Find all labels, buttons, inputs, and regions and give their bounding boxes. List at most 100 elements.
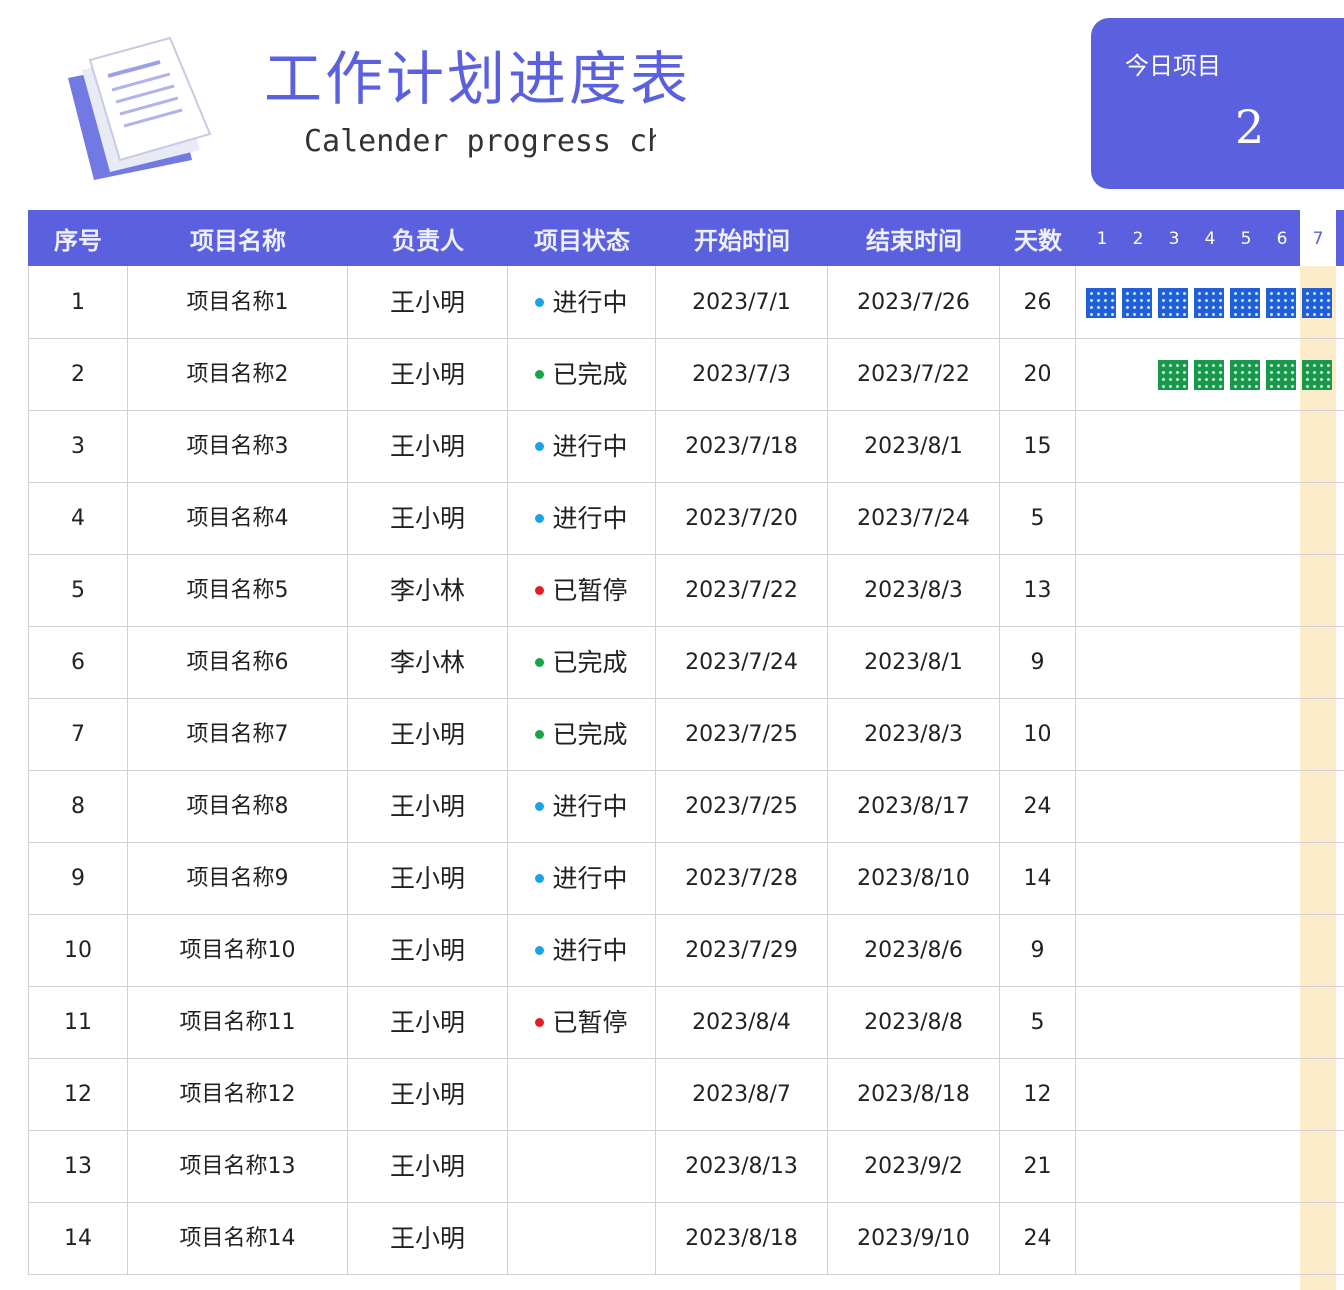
end-date[interactable]: 2023/8/1 bbox=[828, 410, 1000, 482]
end-date[interactable]: 2023/8/18 bbox=[828, 1058, 1000, 1130]
table-row[interactable]: 5 项目名称5 李小林 已暂停 2023/7/22 2023/8/3 13 bbox=[28, 554, 1344, 627]
owner[interactable]: 王小明 bbox=[348, 914, 508, 986]
gantt-cell[interactable] bbox=[1076, 482, 1344, 554]
duration-days[interactable]: 21 bbox=[1000, 1130, 1076, 1202]
end-date[interactable]: 2023/8/6 bbox=[828, 914, 1000, 986]
status[interactable]: 进行中 bbox=[508, 914, 656, 986]
end-date[interactable]: 2023/8/8 bbox=[828, 986, 1000, 1058]
table-row[interactable]: 7 项目名称7 王小明 已完成 2023/7/25 2023/8/3 10 bbox=[28, 698, 1344, 771]
end-date[interactable]: 2023/9/10 bbox=[828, 1202, 1000, 1274]
start-date[interactable]: 2023/8/13 bbox=[656, 1130, 828, 1202]
owner[interactable]: 王小明 bbox=[348, 986, 508, 1058]
row-number[interactable]: 1 bbox=[28, 266, 128, 338]
owner[interactable]: 王小明 bbox=[348, 698, 508, 770]
table-row[interactable]: 13 项目名称13 王小明 2023/8/13 2023/9/2 21 bbox=[28, 1130, 1344, 1203]
owner[interactable]: 李小林 bbox=[348, 554, 508, 626]
row-number[interactable]: 3 bbox=[28, 410, 128, 482]
owner[interactable]: 王小明 bbox=[348, 338, 508, 410]
table-row[interactable]: 9 项目名称9 王小明 进行中 2023/7/28 2023/8/10 14 bbox=[28, 842, 1344, 915]
row-number[interactable]: 5 bbox=[28, 554, 128, 626]
table-row[interactable]: 14 项目名称14 王小明 2023/8/18 2023/9/10 24 bbox=[28, 1202, 1344, 1275]
col-header-name[interactable]: 项目名称 bbox=[128, 210, 348, 266]
table-row[interactable]: 11 项目名称11 王小明 已暂停 2023/8/4 2023/8/8 5 bbox=[28, 986, 1344, 1059]
table-row[interactable]: 3 项目名称3 王小明 进行中 2023/7/18 2023/8/1 15 bbox=[28, 410, 1344, 483]
owner[interactable]: 王小明 bbox=[348, 1130, 508, 1202]
project-name[interactable]: 项目名称10 bbox=[128, 914, 348, 986]
row-number[interactable]: 14 bbox=[28, 1202, 128, 1274]
project-name[interactable]: 项目名称6 bbox=[128, 626, 348, 698]
end-date[interactable]: 2023/8/3 bbox=[828, 554, 1000, 626]
duration-days[interactable]: 12 bbox=[1000, 1058, 1076, 1130]
gantt-cell[interactable] bbox=[1076, 770, 1344, 842]
col-header-owner[interactable]: 负责人 bbox=[348, 210, 508, 266]
row-number[interactable]: 4 bbox=[28, 482, 128, 554]
end-date[interactable]: 2023/8/10 bbox=[828, 842, 1000, 914]
owner[interactable]: 王小明 bbox=[348, 482, 508, 554]
end-date[interactable]: 2023/7/22 bbox=[828, 338, 1000, 410]
status[interactable]: 进行中 bbox=[508, 482, 656, 554]
end-date[interactable]: 2023/9/2 bbox=[828, 1130, 1000, 1202]
duration-days[interactable]: 24 bbox=[1000, 770, 1076, 842]
col-header-start[interactable]: 开始时间 bbox=[656, 210, 828, 266]
table-row[interactable]: 1 项目名称1 王小明 进行中 2023/7/1 2023/7/26 26 bbox=[28, 266, 1344, 339]
status[interactable]: 已暂停 bbox=[508, 986, 656, 1058]
start-date[interactable]: 2023/7/3 bbox=[656, 338, 828, 410]
row-number[interactable]: 2 bbox=[28, 338, 128, 410]
table-row[interactable]: 10 项目名称10 王小明 进行中 2023/7/29 2023/8/6 9 bbox=[28, 914, 1344, 987]
gantt-cell[interactable] bbox=[1076, 842, 1344, 914]
status[interactable]: 进行中 bbox=[508, 266, 656, 338]
duration-days[interactable]: 10 bbox=[1000, 698, 1076, 770]
project-name[interactable]: 项目名称8 bbox=[128, 770, 348, 842]
owner[interactable]: 王小明 bbox=[348, 410, 508, 482]
duration-days[interactable]: 13 bbox=[1000, 554, 1076, 626]
table-row[interactable]: 8 项目名称8 王小明 进行中 2023/7/25 2023/8/17 24 bbox=[28, 770, 1344, 843]
status[interactable]: 进行中 bbox=[508, 770, 656, 842]
project-name[interactable]: 项目名称3 bbox=[128, 410, 348, 482]
project-name[interactable]: 项目名称14 bbox=[128, 1202, 348, 1274]
row-number[interactable]: 10 bbox=[28, 914, 128, 986]
gantt-cell[interactable] bbox=[1076, 986, 1344, 1058]
gantt-cell[interactable] bbox=[1076, 410, 1344, 482]
project-name[interactable]: 项目名称11 bbox=[128, 986, 348, 1058]
end-date[interactable]: 2023/7/24 bbox=[828, 482, 1000, 554]
start-date[interactable]: 2023/7/29 bbox=[656, 914, 828, 986]
project-name[interactable]: 项目名称9 bbox=[128, 842, 348, 914]
duration-days[interactable]: 9 bbox=[1000, 914, 1076, 986]
gantt-cell[interactable] bbox=[1076, 914, 1344, 986]
status[interactable]: 进行中 bbox=[508, 842, 656, 914]
start-date[interactable]: 2023/7/28 bbox=[656, 842, 828, 914]
row-number[interactable]: 12 bbox=[28, 1058, 128, 1130]
col-header-days[interactable]: 天数 bbox=[1000, 210, 1076, 266]
gantt-cell[interactable] bbox=[1076, 1130, 1344, 1202]
owner[interactable]: 李小林 bbox=[348, 626, 508, 698]
table-row[interactable]: 4 项目名称4 王小明 进行中 2023/7/20 2023/7/24 5 bbox=[28, 482, 1344, 555]
duration-days[interactable]: 5 bbox=[1000, 986, 1076, 1058]
owner[interactable]: 王小明 bbox=[348, 770, 508, 842]
end-date[interactable]: 2023/8/3 bbox=[828, 698, 1000, 770]
row-number[interactable]: 8 bbox=[28, 770, 128, 842]
owner[interactable]: 王小明 bbox=[348, 1202, 508, 1274]
status[interactable]: 已暂停 bbox=[508, 554, 656, 626]
start-date[interactable]: 2023/7/22 bbox=[656, 554, 828, 626]
start-date[interactable]: 2023/8/7 bbox=[656, 1058, 828, 1130]
start-date[interactable]: 2023/7/1 bbox=[656, 266, 828, 338]
duration-days[interactable]: 14 bbox=[1000, 842, 1076, 914]
owner[interactable]: 王小明 bbox=[348, 1058, 508, 1130]
status[interactable] bbox=[508, 1202, 656, 1274]
status[interactable]: 进行中 bbox=[508, 410, 656, 482]
row-number[interactable]: 7 bbox=[28, 698, 128, 770]
row-number[interactable]: 13 bbox=[28, 1130, 128, 1202]
col-header-no[interactable]: 序号 bbox=[28, 210, 128, 266]
status[interactable]: 已完成 bbox=[508, 626, 656, 698]
status[interactable] bbox=[508, 1130, 656, 1202]
status[interactable]: 已完成 bbox=[508, 338, 656, 410]
start-date[interactable]: 2023/8/4 bbox=[656, 986, 828, 1058]
duration-days[interactable]: 5 bbox=[1000, 482, 1076, 554]
start-date[interactable]: 2023/7/25 bbox=[656, 698, 828, 770]
end-date[interactable]: 2023/8/1 bbox=[828, 626, 1000, 698]
duration-days[interactable]: 24 bbox=[1000, 1202, 1076, 1274]
project-name[interactable]: 项目名称7 bbox=[128, 698, 348, 770]
start-date[interactable]: 2023/8/18 bbox=[656, 1202, 828, 1274]
duration-days[interactable]: 26 bbox=[1000, 266, 1076, 338]
owner[interactable]: 王小明 bbox=[348, 842, 508, 914]
